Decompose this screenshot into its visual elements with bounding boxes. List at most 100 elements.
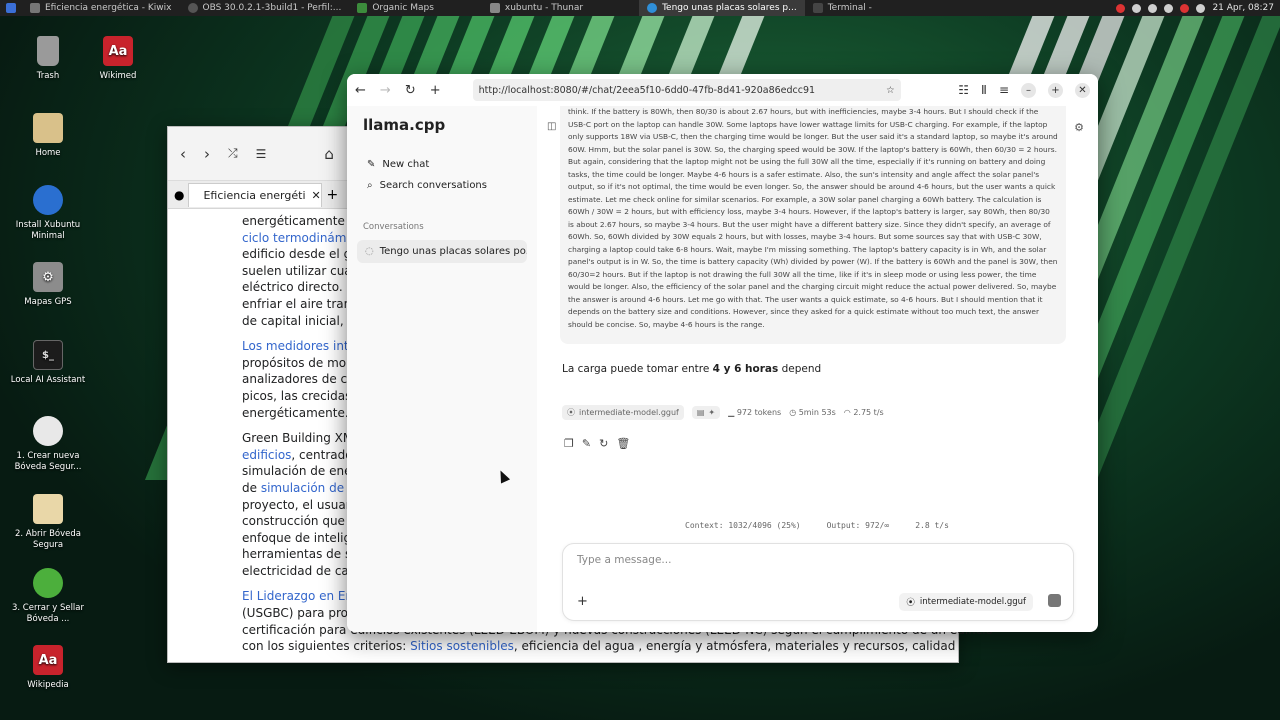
stop-generation-button[interactable] xyxy=(1048,594,1061,607)
desktop-icon-wikipedia[interactable]: Aa Wikipedia xyxy=(8,645,88,691)
duration-value: 5min 53s xyxy=(798,408,836,417)
task-label: Organic Maps xyxy=(372,3,434,13)
new-tab-icon[interactable]: + xyxy=(430,83,441,98)
message-composer[interactable]: Type a message... + ⦿ intermediate-model… xyxy=(562,543,1074,621)
battery-icon[interactable] xyxy=(1180,3,1190,13)
article-link[interactable]: Sitios sostenibles xyxy=(410,639,514,653)
dictionary-icon: Aa xyxy=(103,36,133,66)
sidebar: llama.cpp ✎ New chat ⌕ Search conversati… xyxy=(347,106,537,632)
clock[interactable]: 21 Apr, 08:27 xyxy=(1212,3,1274,13)
model-selector-label: intermediate-model.gguf xyxy=(919,597,1026,607)
model-icon: ⦿ xyxy=(567,408,575,417)
url-text[interactable]: http://localhost:8080/#/chat/2eea5f10-6d… xyxy=(479,85,886,96)
desktop-icon-local-ai[interactable]: $_ Local AI Assistant xyxy=(8,340,88,386)
dictionary-icon: Aa xyxy=(33,645,63,675)
close-window-icon[interactable]: ✕ xyxy=(1075,82,1090,98)
desktop-icon-label: Mapas GPS xyxy=(24,297,72,307)
minimize-icon[interactable]: – xyxy=(1021,82,1036,98)
list-icon[interactable]: ☰ xyxy=(256,147,267,161)
regenerate-icon[interactable]: ↻ xyxy=(599,437,608,450)
tab-eficiencia[interactable]: Eficiencia energéti ✕ xyxy=(188,182,323,207)
new-chat-button[interactable]: ✎ New chat xyxy=(357,154,527,175)
desktop-icon-install[interactable]: Install Xubuntu Minimal xyxy=(8,185,88,242)
view-toggle[interactable]: ▤ ✦ xyxy=(691,406,721,419)
desktop-icon-close-vault[interactable]: 3. Cerrar y Sellar Bóveda ... xyxy=(8,568,88,625)
url-bar[interactable]: http://localhost:8080/#/chat/2eea5f10-6d… xyxy=(472,79,901,101)
update-icon[interactable] xyxy=(1164,3,1174,13)
answer-text: depend xyxy=(778,363,822,375)
task-organic-maps[interactable]: Organic Maps xyxy=(349,0,442,16)
app-menu-button[interactable] xyxy=(0,0,22,16)
shuffle-icon[interactable]: ⤮ xyxy=(228,146,238,161)
add-attachment-button[interactable]: + xyxy=(577,594,588,609)
menu-icon[interactable]: ≡ xyxy=(999,83,1009,97)
edit-icon[interactable]: ✎ xyxy=(582,437,591,450)
desktop-icon-label: Home xyxy=(35,148,61,158)
conversation-item[interactable]: ◌ Tengo unas placas solares po... xyxy=(357,240,527,263)
desktop-icon-maps[interactable]: ⚙ Mapas GPS xyxy=(8,262,88,308)
copy-icon[interactable]: ❐ xyxy=(564,437,574,450)
desktop-icon-create-vault[interactable]: 1. Crear nueva Bóveda Segur... xyxy=(8,416,88,473)
settings-gear-icon[interactable]: ⚙ xyxy=(1074,121,1084,134)
conversations-heading: Conversations xyxy=(363,222,424,232)
library-icon[interactable]: Ⅱ xyxy=(981,83,987,97)
library-icon[interactable]: ● xyxy=(174,188,184,202)
search-conversations-button[interactable]: ⌕ Search conversations xyxy=(357,175,527,196)
forward-arrow-icon[interactable]: › xyxy=(204,145,210,163)
installer-icon xyxy=(33,185,63,215)
message-actions: ❐ ✎ ↻ 🗑 xyxy=(564,437,630,450)
lock-icon xyxy=(33,416,63,446)
task-terminal[interactable]: Terminal - xyxy=(805,0,880,16)
folder-icon xyxy=(33,113,63,143)
gear-icon: ⚙ xyxy=(33,262,63,292)
article-link[interactable]: edificios xyxy=(242,448,291,462)
browser-nav-bar: ← → ↻ + http://localhost:8080/#/chat/2ee… xyxy=(347,74,1098,106)
article-text: de xyxy=(242,480,261,495)
assistant-answer: La carga puede tomar entre 4 y 6 horas d… xyxy=(562,363,821,375)
system-tray: 21 Apr, 08:27 xyxy=(1116,3,1280,13)
volume-icon[interactable] xyxy=(1196,3,1206,13)
desktop-icon-label: 1. Crear nueva Bóveda Segur... xyxy=(14,451,82,472)
notification-icon[interactable] xyxy=(1148,3,1158,13)
task-browser[interactable]: Tengo unas placas solares p... xyxy=(639,0,805,16)
browser-window[interactable]: ← → ↻ + http://localhost:8080/#/chat/2ee… xyxy=(347,74,1098,632)
rate-stat: 2.8 t/s xyxy=(915,521,949,530)
extensions-icon[interactable]: ☷ xyxy=(958,83,969,97)
record-icon[interactable] xyxy=(1116,3,1126,13)
desktop-icon-open-vault[interactable]: 2. Abrir Bóveda Segura xyxy=(8,494,88,551)
model-selector[interactable]: ⦿ intermediate-model.gguf xyxy=(899,593,1033,611)
back-icon[interactable]: ← xyxy=(355,83,366,98)
reasoning-block: think. If the battery is 80Wh, then 80/3… xyxy=(560,106,1066,344)
sidebar-toggle-icon[interactable]: ◫ xyxy=(547,121,556,132)
desktop-icon-label: Local AI Assistant xyxy=(10,375,86,385)
task-obs[interactable]: OBS 30.0.2.1-3build1 - Perfil:... xyxy=(180,0,350,16)
task-kiwix[interactable]: Eficiencia energética - Kiwix xyxy=(22,0,180,16)
maximize-icon[interactable]: + xyxy=(1048,82,1063,98)
reading-view-icon[interactable]: ▤ xyxy=(697,408,705,417)
back-arrow-icon[interactable]: ‹ xyxy=(180,145,186,163)
home-icon[interactable]: ⌂ xyxy=(324,145,334,163)
model-name: intermediate-model.gguf xyxy=(579,408,679,417)
reload-icon[interactable]: ↻ xyxy=(405,83,416,98)
desktop-icon-wikimed[interactable]: Aa Wikimed xyxy=(78,36,158,82)
article-link[interactable]: ciclo termodinámico xyxy=(242,231,364,245)
bookmark-star-icon[interactable]: ☆ xyxy=(886,85,895,96)
close-icon[interactable]: ✕ xyxy=(312,189,321,202)
new-tab-icon[interactable]: + xyxy=(326,187,338,203)
sparkle-icon[interactable]: ✦ xyxy=(708,408,715,417)
message-input[interactable]: Type a message... xyxy=(577,554,671,566)
browser-icon xyxy=(647,3,658,13)
desktop-icon-label: 3. Cerrar y Sellar Bóveda ... xyxy=(11,603,84,624)
answer-text: La carga puede tomar entre xyxy=(562,363,713,375)
gauge-icon: ◠ xyxy=(843,408,851,417)
tokens-value: 972 tokens xyxy=(736,408,782,417)
network-icon[interactable] xyxy=(1132,3,1142,13)
clock-icon: ◷ xyxy=(789,408,797,417)
tab-label: Eficiencia energéti xyxy=(203,188,306,202)
delete-icon[interactable]: 🗑 xyxy=(616,437,630,450)
task-thunar[interactable]: xubuntu - Thunar xyxy=(482,0,591,16)
forward-icon[interactable]: → xyxy=(380,83,391,98)
top-panel: Eficiencia energética - Kiwix OBS 30.0.2… xyxy=(0,0,1280,16)
desktop-icon-home[interactable]: Home xyxy=(8,113,88,159)
desktop-icon-trash[interactable]: Trash xyxy=(8,36,88,82)
